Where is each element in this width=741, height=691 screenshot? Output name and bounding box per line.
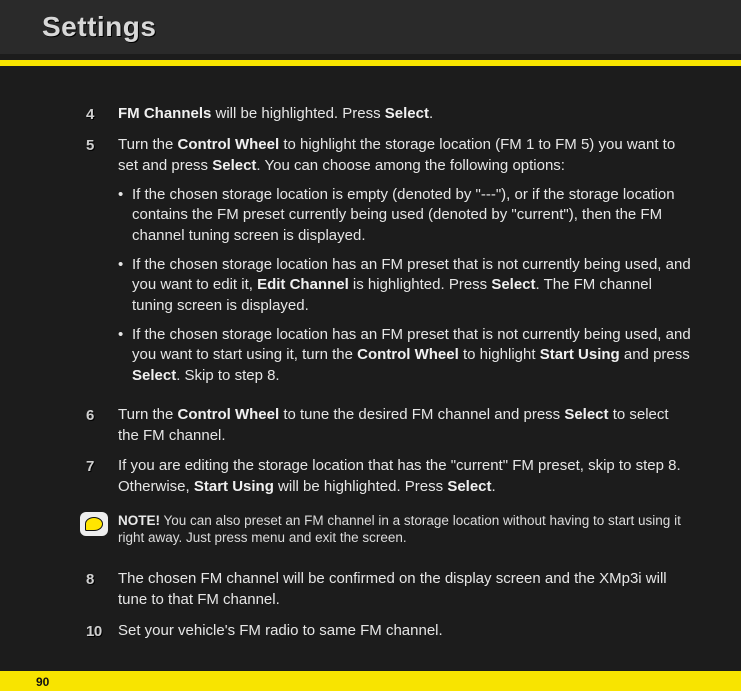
- step-text: FM Channels will be highlighted. Press S…: [118, 104, 691, 125]
- note-block: NOTE! You can also preset an FM channel …: [118, 508, 691, 560]
- step-text: The chosen FM channel will be confirmed …: [118, 569, 691, 610]
- text: . Skip to step 8.: [176, 367, 279, 384]
- page-title: Settings: [42, 11, 156, 43]
- bold-text: Select: [132, 367, 176, 384]
- bold-text: Select: [564, 406, 608, 423]
- text: to highlight: [459, 346, 540, 363]
- text: Turn the: [118, 136, 177, 153]
- step-6: 6 Turn the Control Wheel to tune the des…: [86, 405, 691, 446]
- note-row: NOTE! You can also preset an FM channel …: [118, 512, 691, 548]
- bullet-dot: •: [118, 185, 132, 247]
- list-item: • If the chosen storage location has an …: [118, 255, 691, 317]
- page-number: 90: [36, 675, 49, 689]
- step-5: 5 Turn the Control Wheel to highlight th…: [86, 135, 691, 395]
- step-number: 6: [86, 405, 118, 446]
- bold-text: Select: [491, 276, 535, 293]
- step-7: 7 If you are editing the storage locatio…: [86, 456, 691, 497]
- step-text: Turn the Control Wheel to tune the desir…: [118, 405, 691, 446]
- list-item: • If the chosen storage location has an …: [118, 325, 691, 387]
- step-number: 4: [86, 104, 118, 125]
- text: . You can choose among the following opt…: [256, 157, 565, 174]
- bullet-list: • If the chosen storage location is empt…: [118, 185, 691, 387]
- step-text: Set your vehicle's FM radio to same FM c…: [118, 621, 691, 642]
- speech-bubble-icon: [80, 512, 108, 536]
- text: Turn the: [118, 406, 177, 423]
- text: will be highlighted. Press: [211, 105, 384, 122]
- bold-text: Control Wheel: [177, 406, 279, 423]
- icon-inner: [85, 517, 103, 531]
- bold-text: Control Wheel: [177, 136, 279, 153]
- list-item: • If the chosen storage location is empt…: [118, 185, 691, 247]
- step-number: 10: [86, 621, 118, 642]
- bold-text: Start Using: [540, 346, 620, 363]
- step-text: Turn the Control Wheel to highlight the …: [118, 135, 691, 395]
- bold-text: Edit Channel: [257, 276, 349, 293]
- step-number: 7: [86, 456, 118, 497]
- step-8: 8 The chosen FM channel will be confirme…: [86, 569, 691, 610]
- step-10: 10 Set your vehicle's FM radio to same F…: [86, 621, 691, 642]
- step-4: 4 FM Channels will be highlighted. Press…: [86, 104, 691, 125]
- content: 4 FM Channels will be highlighted. Press…: [0, 66, 741, 642]
- bold-text: Start Using: [194, 478, 274, 495]
- note-text: NOTE! You can also preset an FM channel …: [118, 512, 691, 548]
- text: to tune the desired FM channel and press: [279, 406, 564, 423]
- bullet-text: If the chosen storage location has an FM…: [132, 325, 691, 387]
- bullet-dot: •: [118, 325, 132, 387]
- bold-text: FM Channels: [118, 105, 211, 122]
- bullet-text: If the chosen storage location has an FM…: [132, 255, 691, 317]
- step-text: If you are editing the storage location …: [118, 456, 691, 497]
- text: will be highlighted. Press: [274, 478, 447, 495]
- bold-text: Select: [385, 105, 429, 122]
- bullet-text: If the chosen storage location is empty …: [132, 185, 691, 247]
- bullet-dot: •: [118, 255, 132, 317]
- text: is highlighted. Press: [349, 276, 492, 293]
- bold-text: Control Wheel: [357, 346, 459, 363]
- footer-bar: 90: [0, 671, 741, 691]
- bold-text: Select: [212, 157, 256, 174]
- header-bar: Settings: [0, 0, 741, 54]
- bold-text: Select: [447, 478, 491, 495]
- text: .: [429, 105, 433, 122]
- step-number: 5: [86, 135, 118, 395]
- text: .: [492, 478, 496, 495]
- text: You can also preset an FM channel in a s…: [118, 513, 681, 546]
- text: and press: [620, 346, 690, 363]
- note-label: NOTE!: [118, 513, 160, 528]
- step-number: 8: [86, 569, 118, 610]
